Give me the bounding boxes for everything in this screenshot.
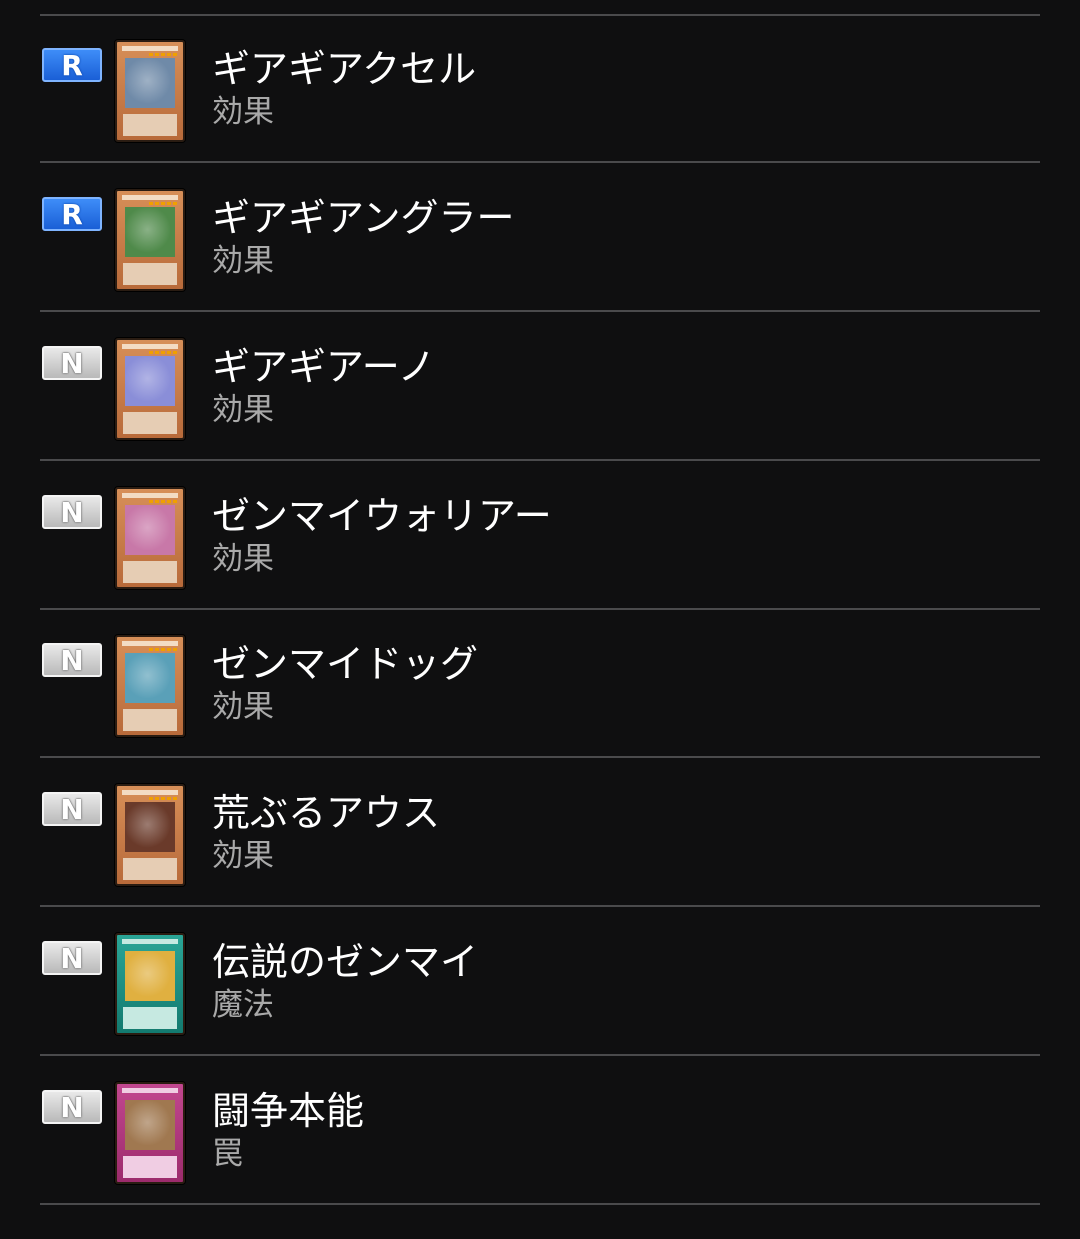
card-name: ゼンマイウォリアー — [212, 494, 552, 538]
list-item[interactable]: R ギアギアングラー 効果 — [40, 165, 1040, 312]
card-name: ギアギアーノ — [212, 345, 436, 389]
rarity-badge: N — [42, 643, 102, 677]
rarity-badge: N — [42, 941, 102, 975]
list-item[interactable]: N ゼンマイドッグ 効果 — [40, 611, 1040, 758]
rarity-badge: R — [42, 48, 102, 82]
list-item[interactable]: R ギアギアクセル 効果 — [40, 16, 1040, 163]
card-type: 罠 — [212, 1136, 243, 1172]
card-thumbnail — [115, 338, 185, 440]
card-type: 効果 — [212, 689, 274, 725]
card-name: 伝説のゼンマイ — [212, 940, 479, 984]
card-type: 効果 — [212, 838, 274, 874]
card-type: 魔法 — [212, 987, 274, 1023]
card-name: 荒ぶるアウス — [212, 791, 441, 835]
card-name: 闘争本能 — [212, 1089, 365, 1133]
card-thumbnail — [115, 40, 185, 142]
list-divider — [40, 756, 1040, 758]
list-item[interactable]: N ギアギアーノ 効果 — [40, 314, 1040, 461]
list-divider — [40, 1203, 1040, 1205]
card-type: 効果 — [212, 94, 274, 130]
list-divider — [40, 459, 1040, 461]
rarity-badge: N — [42, 346, 102, 380]
card-type: 効果 — [212, 243, 274, 279]
list-divider — [40, 161, 1040, 163]
card-thumbnail — [115, 189, 185, 291]
list-divider — [40, 905, 1040, 907]
list-divider — [40, 1054, 1040, 1056]
card-thumbnail — [115, 635, 185, 737]
card-thumbnail — [115, 784, 185, 886]
list-divider — [40, 608, 1040, 610]
card-name: ゼンマイドッグ — [212, 642, 479, 686]
list-item[interactable]: N 闘争本能 罠 — [40, 1058, 1040, 1205]
card-thumbnail — [115, 1082, 185, 1184]
card-name: ギアギアクセル — [212, 47, 477, 91]
card-thumbnail — [115, 487, 185, 589]
list-divider — [40, 310, 1040, 312]
list-item[interactable]: N 荒ぶるアウス 効果 — [40, 760, 1040, 907]
list-item[interactable]: N ゼンマイウォリアー 効果 — [40, 463, 1040, 610]
card-type: 効果 — [212, 541, 274, 577]
rarity-badge: R — [42, 197, 102, 231]
rarity-badge: N — [42, 1090, 102, 1124]
rarity-badge: N — [42, 792, 102, 826]
card-thumbnail — [115, 933, 185, 1035]
card-name: ギアギアングラー — [212, 196, 515, 240]
rarity-badge: N — [42, 495, 102, 529]
card-type: 効果 — [212, 392, 274, 428]
list-item[interactable]: N 伝説のゼンマイ 魔法 — [40, 909, 1040, 1056]
